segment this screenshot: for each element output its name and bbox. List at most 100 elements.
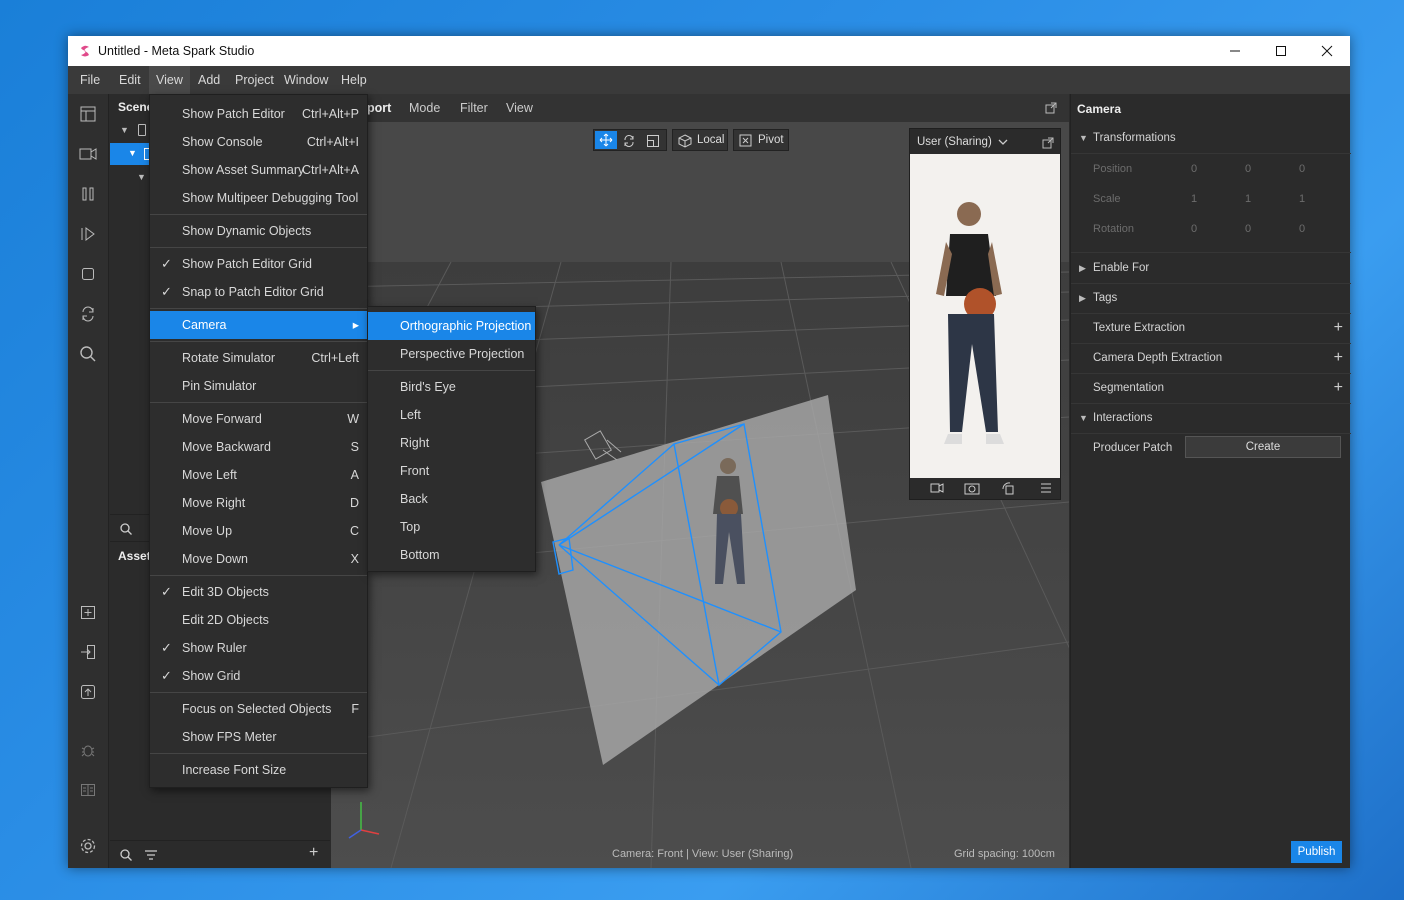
refresh-icon[interactable] [78, 304, 98, 324]
close-button[interactable] [1304, 36, 1350, 66]
simulator-preview[interactable] [910, 154, 1060, 478]
local-toggle[interactable]: Local [672, 129, 728, 151]
create-patch-button[interactable]: Create [1185, 436, 1341, 458]
add-depth-extraction-button[interactable]: + [1334, 349, 1343, 367]
popout-icon[interactable] [1042, 137, 1054, 149]
search-icon[interactable] [78, 344, 98, 364]
import-icon[interactable] [78, 642, 98, 662]
viewport-menu-view[interactable]: View [506, 94, 533, 122]
view-menu-item-increase-font-size[interactable]: Increase Font Size [150, 756, 367, 784]
view-menu-item-snap-to-patch-editor-grid[interactable]: ✓ Snap to Patch Editor Grid [150, 278, 367, 306]
menu-help[interactable]: Help [334, 66, 374, 94]
scale-x[interactable]: 1 [1191, 193, 1197, 205]
view-menu-item-move-up[interactable]: Move Up C [150, 517, 367, 545]
view-menu-item-camera[interactable]: Camera ▸ [150, 311, 367, 339]
publish-button[interactable]: Publish [1291, 841, 1342, 863]
popout-icon[interactable] [1045, 102, 1057, 114]
expand-arrow-icon[interactable]: ▼ [128, 148, 137, 158]
view-menu-item-show-grid[interactable]: ✓ Show Grid [150, 662, 367, 690]
layout-icon[interactable] [78, 104, 98, 124]
view-menu-item-move-backward[interactable]: Move Backward S [150, 433, 367, 461]
camera-menu-item-top[interactable]: Top [368, 513, 535, 541]
menu-project[interactable]: Project [228, 66, 281, 94]
rotation-z[interactable]: 0 [1299, 223, 1305, 235]
view-menu-item-move-forward[interactable]: Move Forward W [150, 405, 367, 433]
interactions-section[interactable]: ▼ Interactions [1071, 404, 1351, 434]
camera-menu-item-bottom[interactable]: Bottom [368, 541, 535, 569]
add-asset-icon[interactable] [78, 602, 98, 622]
add-asset-button[interactable]: + [309, 844, 318, 862]
camera-menu-item-left[interactable]: Left [368, 401, 535, 429]
camera-menu-item-back[interactable]: Back [368, 485, 535, 513]
position-z[interactable]: 0 [1299, 163, 1305, 175]
search-icon[interactable] [120, 849, 132, 861]
chevron-down-icon[interactable] [998, 139, 1008, 146]
add-segmentation-button[interactable]: + [1334, 379, 1343, 397]
tags-section[interactable]: ▶ Tags [1071, 284, 1351, 314]
expand-arrow-icon[interactable]: ▼ [1079, 413, 1088, 423]
scale-tool-icon[interactable] [646, 134, 660, 148]
transformations-section[interactable]: ▼ Transformations [1071, 124, 1351, 154]
add-texture-extraction-button[interactable]: + [1334, 319, 1343, 337]
maximize-button[interactable] [1258, 36, 1304, 66]
record-video-icon[interactable] [930, 482, 944, 494]
view-menu-item-show-fps-meter[interactable]: Show FPS Meter [150, 723, 367, 751]
upload-icon[interactable] [78, 682, 98, 702]
rotation-x[interactable]: 0 [1191, 223, 1197, 235]
view-menu-item-pin-simulator[interactable]: Pin Simulator [150, 372, 367, 400]
menu-add[interactable]: Add [191, 66, 227, 94]
stop-icon[interactable] [78, 264, 98, 284]
pause-icon[interactable] [78, 184, 98, 204]
view-menu-item-focus-on-selected-objects[interactable]: Focus on Selected Objects F [150, 695, 367, 723]
search-icon[interactable] [120, 523, 132, 535]
camera-menu-item-front[interactable]: Front [368, 457, 535, 485]
camera-menu-item-orthographic-projection[interactable]: Orthographic Projection [368, 312, 535, 340]
hamburger-menu-icon[interactable] [1040, 483, 1052, 493]
simulator-device-select[interactable]: User (Sharing) [917, 136, 992, 148]
menu-file[interactable]: File [73, 66, 107, 94]
position-x[interactable]: 0 [1191, 163, 1197, 175]
view-menu-item-edit-2d-objects[interactable]: Edit 2D Objects [150, 606, 367, 634]
view-menu-item-move-right[interactable]: Move Right D [150, 489, 367, 517]
menu-view[interactable]: View [149, 66, 190, 94]
view-menu-item-rotate-simulator[interactable]: Rotate Simulator Ctrl+Left [150, 344, 367, 372]
scene-tree-row[interactable]: ▼ [110, 167, 150, 187]
view-menu-item-move-left[interactable]: Move Left A [150, 461, 367, 489]
bug-icon[interactable] [78, 740, 98, 760]
docs-icon[interactable] [78, 780, 98, 800]
camera-menu-item-right[interactable]: Right [368, 429, 535, 457]
menu-window[interactable]: Window [277, 66, 335, 94]
expand-arrow-icon[interactable]: ▼ [1079, 133, 1088, 143]
collapsed-arrow-icon[interactable]: ▶ [1079, 293, 1086, 304]
enable-for-section[interactable]: ▶ Enable For [1071, 254, 1351, 284]
filter-icon[interactable] [144, 850, 158, 860]
step-forward-icon[interactable] [78, 224, 98, 244]
scene-tree-row[interactable]: ▼ [110, 121, 150, 141]
move-tool-button[interactable] [595, 131, 617, 149]
view-menu-item-show-console[interactable]: Show Console Ctrl+Alt+I [150, 128, 367, 156]
viewport-menu-mode[interactable]: Mode [409, 94, 440, 122]
view-menu-item-edit-3d-objects[interactable]: ✓ Edit 3D Objects [150, 578, 367, 606]
rotation-y[interactable]: 0 [1245, 223, 1251, 235]
view-menu-item-show-patch-editor-grid[interactable]: ✓ Show Patch Editor Grid [150, 250, 367, 278]
rotate-device-icon[interactable] [1001, 481, 1015, 495]
expand-arrow-icon[interactable]: ▼ [137, 172, 146, 182]
viewport-menu-filter[interactable]: Filter [460, 94, 488, 122]
expand-arrow-icon[interactable]: ▼ [120, 125, 129, 135]
scene-tree-row-selected[interactable]: ▼ [110, 143, 150, 165]
view-menu-item-show-dynamic-objects[interactable]: Show Dynamic Objects [150, 217, 367, 245]
view-menu-item-show-ruler[interactable]: ✓ Show Ruler [150, 634, 367, 662]
menu-edit[interactable]: Edit [112, 66, 148, 94]
scale-z[interactable]: 1 [1299, 193, 1305, 205]
minimize-button[interactable] [1212, 36, 1258, 66]
screenshot-camera-icon[interactable] [964, 481, 980, 495]
position-y[interactable]: 0 [1245, 163, 1251, 175]
rotate-tool-icon[interactable] [622, 134, 636, 148]
view-menu-item-show-patch-editor[interactable]: Show Patch Editor Ctrl+Alt+P [150, 100, 367, 128]
camera-menu-item-perspective-projection[interactable]: Perspective Projection [368, 340, 535, 368]
view-menu-item-show-asset-summary[interactable]: Show Asset Summary Ctrl+Alt+A [150, 156, 367, 184]
collapsed-arrow-icon[interactable]: ▶ [1079, 263, 1086, 274]
view-menu-item-move-down[interactable]: Move Down X [150, 545, 367, 573]
view-menu-item-show-multipeer-debugging-tool[interactable]: Show Multipeer Debugging Tool [150, 184, 367, 212]
pivot-toggle[interactable]: Pivot [733, 129, 789, 151]
